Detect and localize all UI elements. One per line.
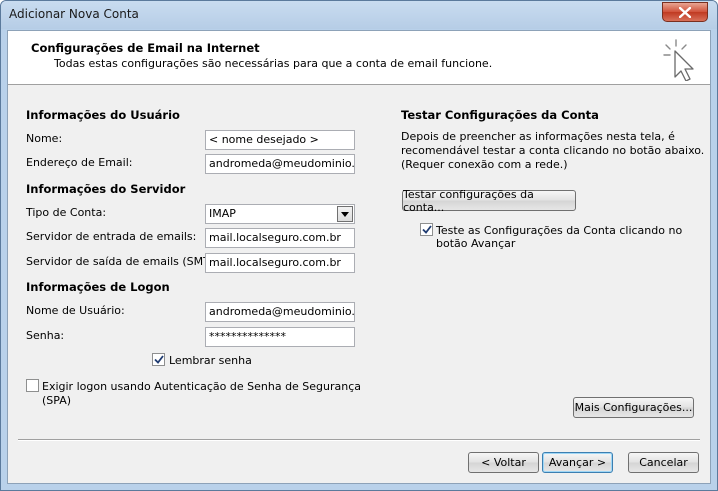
email-field[interactable]: andromeda@meudominio.com bbox=[205, 154, 355, 174]
cancel-button-label: Cancelar bbox=[639, 456, 688, 469]
outgoing-server-field[interactable]: mail.localseguro.com.br bbox=[205, 253, 355, 273]
test-account-button[interactable]: Testar configurações da conta... bbox=[402, 187, 576, 214]
back-button-label: < Voltar bbox=[481, 456, 526, 469]
next-button[interactable]: Avançar > bbox=[542, 452, 613, 473]
account-type-label: Tipo de Conta: bbox=[26, 206, 107, 219]
page-subtitle: Todas estas configurações são necessária… bbox=[54, 57, 493, 70]
name-field[interactable]: < nome desejado > bbox=[205, 130, 355, 150]
remember-password-label[interactable]: Lembrar senha bbox=[169, 354, 252, 367]
title-bar[interactable]: Adicionar Nova Conta bbox=[1, 1, 717, 29]
close-icon bbox=[679, 6, 691, 18]
wizard-header: Configurações de Email na Internet Todas… bbox=[8, 31, 710, 85]
remember-password-checkbox[interactable] bbox=[152, 353, 165, 366]
check-icon bbox=[421, 225, 432, 234]
auto-test-checkbox[interactable] bbox=[420, 223, 433, 236]
test-description-line3: (Requer conexão com a rede.) bbox=[401, 158, 568, 171]
footer-divider bbox=[18, 439, 700, 441]
dialog-window: Adicionar Nova Conta Configurações de Em… bbox=[0, 0, 718, 491]
spa-label-line2[interactable]: (SPA) bbox=[42, 394, 71, 407]
account-type-value: IMAP bbox=[209, 207, 236, 220]
test-description-line2: recomendável testar a conta clicando no … bbox=[401, 144, 705, 157]
account-type-select[interactable]: IMAP bbox=[205, 204, 355, 224]
incoming-server-label: Servidor de entrada de emails: bbox=[26, 230, 197, 243]
password-field[interactable]: ************** bbox=[205, 327, 355, 347]
chevron-down-icon[interactable] bbox=[337, 206, 353, 222]
spa-label[interactable]: Exigir logon usando Autenticação de Senh… bbox=[42, 380, 361, 393]
back-button[interactable]: < Voltar bbox=[468, 452, 539, 473]
more-settings-button-label: Mais Configurações... bbox=[574, 401, 693, 414]
check-icon bbox=[153, 355, 164, 364]
name-label: Nome: bbox=[26, 132, 63, 145]
username-field[interactable]: andromeda@meudominio.com bbox=[205, 302, 355, 322]
test-description-line1: Depois de preencher as informações nesta… bbox=[401, 130, 675, 143]
test-account-button-label: Testar configurações da conta... bbox=[403, 187, 534, 214]
password-label: Senha: bbox=[26, 329, 65, 342]
outgoing-server-label: Servidor de saída de emails (SMTP): bbox=[26, 255, 225, 268]
auto-test-label[interactable]: Teste as Configurações da Conta clicando… bbox=[436, 224, 682, 237]
page-title: Configurações de Email na Internet bbox=[31, 41, 260, 55]
more-settings-button[interactable]: Mais Configurações... bbox=[573, 397, 694, 418]
user-info-heading: Informações do Usuário bbox=[26, 108, 180, 122]
logon-info-heading: Informações de Logon bbox=[26, 280, 170, 294]
cursor-click-icon bbox=[663, 39, 694, 81]
incoming-server-field[interactable]: mail.localseguro.com.br bbox=[205, 228, 355, 248]
spa-checkbox[interactable] bbox=[26, 379, 39, 392]
email-label: Endereço de Email: bbox=[26, 156, 133, 169]
close-button[interactable] bbox=[662, 2, 708, 22]
next-button-label: Avançar > bbox=[548, 456, 607, 469]
server-info-heading: Informações do Servidor bbox=[26, 182, 186, 196]
test-settings-heading: Testar Configurações da Conta bbox=[401, 108, 599, 122]
window-title: Adicionar Nova Conta bbox=[9, 7, 139, 21]
auto-test-label-line2[interactable]: botão Avançar bbox=[436, 237, 515, 250]
cancel-button[interactable]: Cancelar bbox=[628, 452, 699, 473]
username-label: Nome de Usuário: bbox=[26, 304, 125, 317]
dialog-body: Configurações de Email na Internet Todas… bbox=[7, 30, 711, 484]
